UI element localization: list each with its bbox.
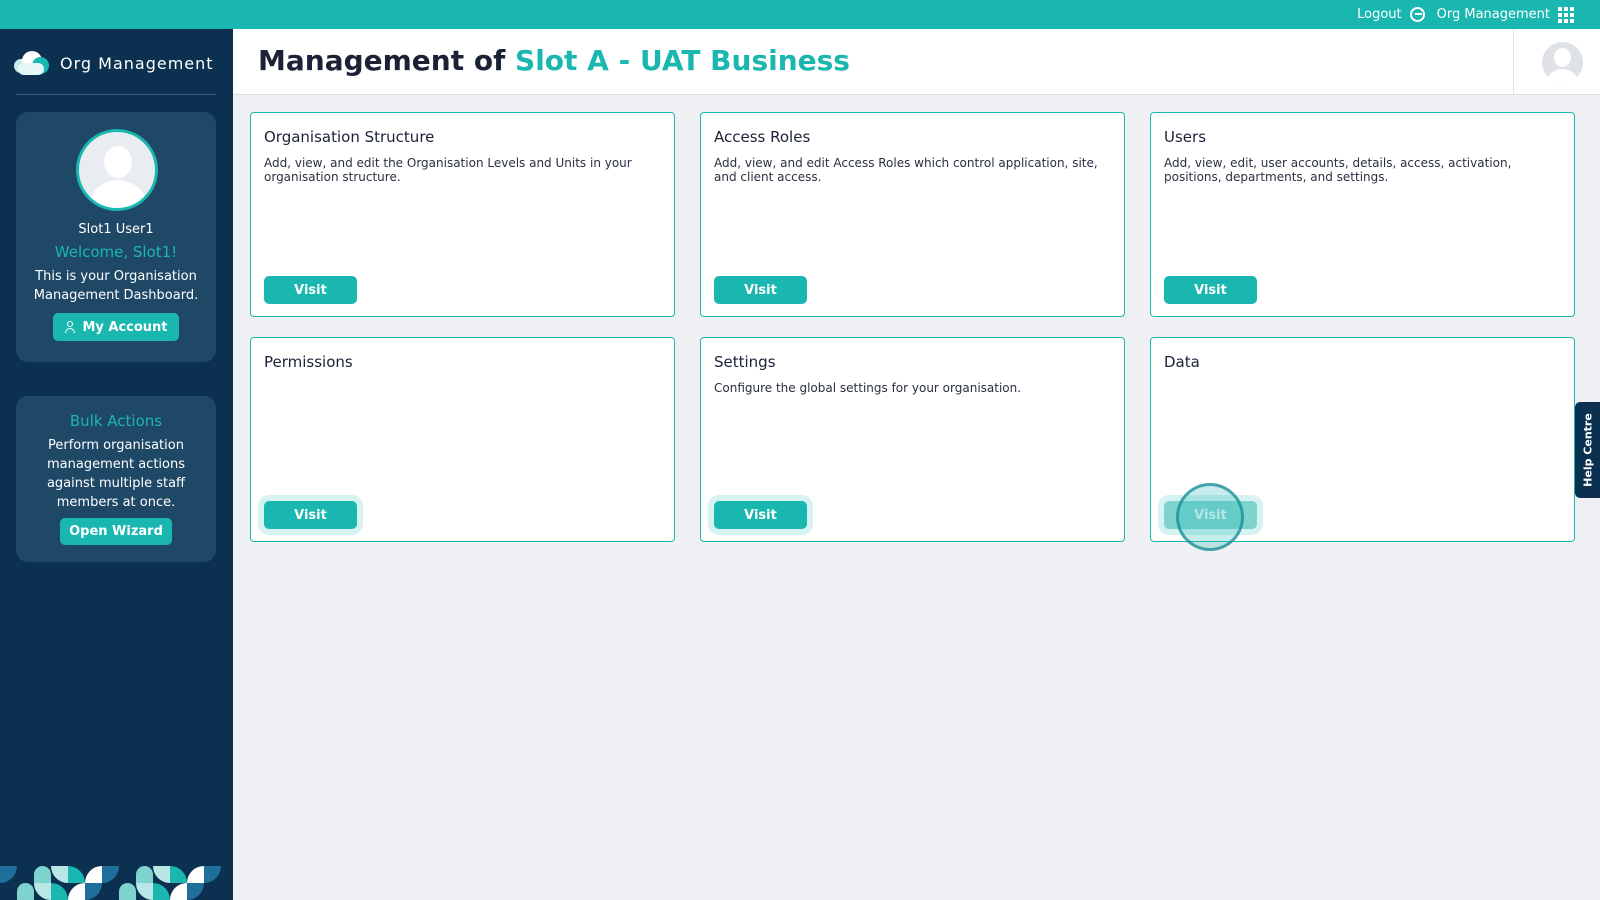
avatar	[76, 129, 158, 211]
logout-icon	[1409, 7, 1425, 22]
logout-link[interactable]: Logout	[1357, 7, 1425, 22]
card-settings: Settings Configure the global settings f…	[700, 337, 1125, 542]
app-switcher[interactable]: Org Management	[1436, 6, 1574, 23]
page-title: Management of Slot A - UAT Business	[258, 44, 850, 77]
card-access-roles: Access Roles Add, view, and edit Access …	[700, 112, 1125, 317]
open-wizard-button[interactable]: Open Wizard	[60, 518, 172, 545]
bulk-actions-title: Bulk Actions	[69, 412, 163, 430]
divider	[16, 94, 216, 95]
my-account-label: My Account	[82, 319, 168, 335]
top-bar: Logout Org Management	[0, 0, 1600, 29]
profile-avatar-button[interactable]	[1542, 42, 1583, 83]
bulk-actions-description: Perform organisation management actions …	[46, 438, 186, 510]
user-name: Slot1 User1	[78, 222, 154, 237]
card-description: Add, view, and edit Access Roles which c…	[714, 156, 1098, 184]
logout-label: Logout	[1357, 7, 1402, 22]
header-divider	[1513, 29, 1514, 95]
card-description: Add, view, and edit the Organisation Lev…	[264, 156, 632, 184]
card-organisation-structure: Organisation Structure Add, view, and ed…	[250, 112, 675, 317]
click-indicator	[1176, 483, 1244, 551]
top-bar-actions: Logout Org Management	[1357, 0, 1574, 29]
visit-button[interactable]: Visit	[714, 276, 807, 304]
card-data: Data Visit	[1150, 337, 1575, 551]
card-title: Organisation Structure	[264, 128, 435, 146]
page-title-prefix: Management of	[258, 44, 506, 77]
profile-card: Slot1 User1 Welcome, Slot1! This is your…	[16, 112, 216, 362]
visit-button[interactable]: Visit	[1164, 276, 1257, 304]
brand[interactable]: Org Management	[14, 48, 214, 78]
card-users: Users Add, view, edit, user accounts, de…	[1150, 112, 1575, 317]
my-account-button[interactable]: My Account	[53, 313, 179, 341]
brand-logo-icon	[14, 49, 50, 77]
dashboard-description: This is your Organisation Management Das…	[33, 269, 199, 303]
visit-button[interactable]: Visit	[264, 276, 357, 304]
card-description: Add, view, edit, user accounts, details,…	[1164, 156, 1512, 184]
page-title-organisation: Slot A - UAT Business	[515, 44, 850, 77]
card-description: Configure the global settings for your o…	[714, 381, 1022, 395]
decorative-pattern	[0, 866, 233, 900]
help-centre-tab[interactable]: Help Centre	[1575, 402, 1600, 498]
page-header: Management of Slot A - UAT Business	[233, 29, 1600, 95]
card-title: Users	[1164, 128, 1207, 146]
card-title: Settings	[714, 353, 776, 371]
card-title: Data	[1164, 353, 1200, 371]
app-switcher-label: Org Management	[1436, 7, 1550, 22]
visit-button[interactable]: Visit	[714, 501, 807, 529]
app-grid-icon	[1558, 6, 1574, 23]
brand-title: Org Management	[60, 53, 214, 73]
bulk-actions-card: Bulk Actions Perform organisation manage…	[16, 396, 216, 562]
help-centre-label: Help Centre	[1581, 413, 1594, 487]
card-permissions: Permissions Visit	[250, 337, 675, 542]
visit-button[interactable]: Visit	[264, 501, 357, 529]
card-title: Access Roles	[714, 128, 811, 146]
user-icon	[64, 321, 76, 333]
welcome-message: Welcome, Slot1!	[54, 243, 178, 261]
card-title: Permissions	[264, 353, 353, 371]
sidebar: Org Management Slot1 User1 Welcome, Slot…	[0, 29, 233, 900]
